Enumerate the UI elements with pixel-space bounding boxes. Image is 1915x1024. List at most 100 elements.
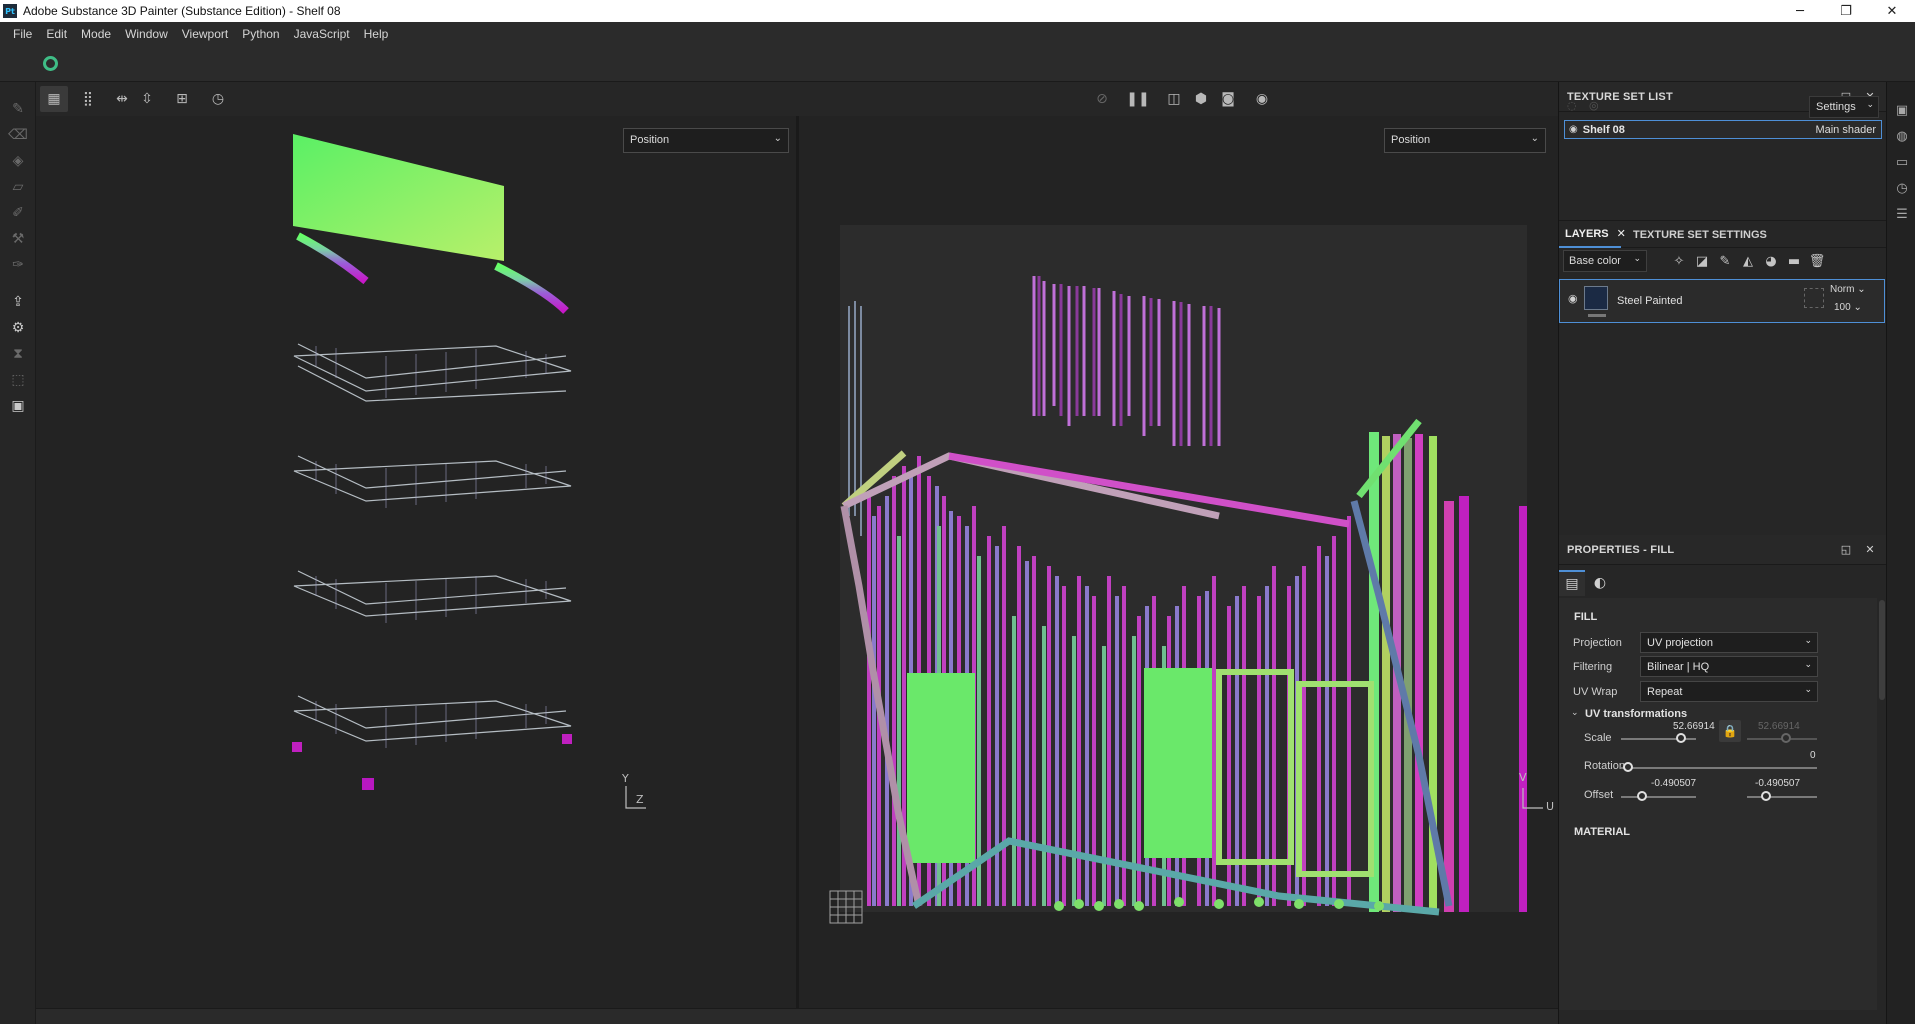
- screenshot-icon[interactable]: ◉: [1248, 86, 1276, 112]
- rotation-knob[interactable]: [1623, 762, 1633, 772]
- add-material-icon[interactable]: ◕: [1762, 252, 1780, 270]
- scale-u-knob[interactable]: [1676, 733, 1686, 743]
- offset-v-slider[interactable]: [1747, 796, 1817, 798]
- close-button[interactable]: ✕: [1869, 0, 1915, 22]
- menu-help[interactable]: Help: [357, 27, 396, 41]
- layer-name[interactable]: Steel Painted: [1617, 295, 1682, 307]
- cube-icon[interactable]: ⬢: [1187, 86, 1215, 112]
- mirror-x-icon[interactable]: ⇹: [108, 86, 136, 112]
- rotation-value[interactable]: 0: [1810, 750, 1816, 761]
- smudge-icon[interactable]: ✐: [9, 204, 27, 222]
- history-panel-icon[interactable]: ◷: [1894, 180, 1910, 196]
- display-settings-icon[interactable]: ▭: [1894, 154, 1910, 170]
- shader-settings-icon[interactable]: ◍: [1894, 128, 1910, 144]
- iray-icon[interactable]: ⬚: [9, 371, 27, 389]
- fill-properties-tab-icon[interactable]: ▤: [1559, 570, 1585, 596]
- rotation-slider[interactable]: [1621, 767, 1817, 769]
- layer-visibility-eye-icon[interactable]: ◉: [1568, 292, 1578, 305]
- screenshot-tool-icon[interactable]: ▣: [9, 397, 27, 415]
- offset-v-value[interactable]: -0.490507: [1755, 778, 1800, 789]
- menu-viewport[interactable]: Viewport: [175, 27, 235, 41]
- top-toolbar: [0, 46, 1915, 82]
- grid-single-icon[interactable]: ▦: [40, 86, 68, 112]
- bake-icon[interactable]: ⧗: [9, 345, 27, 363]
- layer-mask-slot[interactable]: [1804, 288, 1824, 308]
- close-tab-icon[interactable]: ✕: [1617, 227, 1626, 240]
- add-paint-layer-icon[interactable]: ✎: [1716, 252, 1734, 270]
- viewport-3d[interactable]: Position ⌄ Y Z: [36, 116, 796, 1008]
- menu-bar: File Edit Mode Window Viewport Python Ja…: [0, 22, 1915, 46]
- offset-u-slider[interactable]: [1621, 796, 1696, 798]
- maximize-button[interactable]: ❐: [1823, 0, 1869, 22]
- texture-set-list-icon[interactable]: ▣: [1894, 102, 1910, 118]
- tab-texture-set-settings[interactable]: TEXTURE SET SETTINGS: [1627, 221, 1773, 248]
- layer-blend-mode[interactable]: Norm ⌄: [1830, 284, 1866, 295]
- texture-set-settings-button[interactable]: Settings ⌄: [1809, 96, 1879, 118]
- layer-row[interactable]: ◉ Steel Painted Norm ⌄ 100 ⌄: [1559, 279, 1885, 323]
- clone-icon[interactable]: ⚒: [9, 230, 27, 248]
- filtering-value: Bilinear | HQ: [1647, 661, 1710, 673]
- menu-file[interactable]: File: [6, 27, 39, 41]
- pause-icon[interactable]: ❚❚: [1124, 86, 1152, 112]
- filtering-select[interactable]: Bilinear | HQ ⌄: [1640, 656, 1818, 677]
- tab-layers[interactable]: LAYERS ✕: [1559, 221, 1626, 248]
- eye-icon[interactable]: ◎: [1589, 99, 1599, 112]
- layer-opacity[interactable]: 100 ⌄: [1834, 302, 1862, 313]
- paint-brush-icon[interactable]: ✎: [9, 100, 27, 118]
- left-toolbar: ✎ ⌫ ◈ ▱ ✐ ⚒ ✑ ⇪ ⚙ ⧗ ⬚ ▣: [0, 82, 36, 1024]
- app-logo-icon: Pt: [3, 4, 17, 18]
- uv-transformations-title[interactable]: UV transformations: [1585, 708, 1687, 720]
- properties-title: PROPERTIES - FILL: [1567, 543, 1675, 556]
- close-panel-icon[interactable]: ✕: [1863, 542, 1877, 556]
- geometry-mask-icon[interactable]: ▱: [9, 178, 27, 196]
- frame-icon[interactable]: ⊞: [168, 86, 196, 112]
- projection-value: UV projection: [1647, 637, 1714, 649]
- menu-python[interactable]: Python: [235, 27, 286, 41]
- menu-javascript[interactable]: JavaScript: [287, 27, 357, 41]
- projection-label: Projection: [1573, 637, 1622, 649]
- texture-set-shader[interactable]: Main shader: [1815, 124, 1876, 136]
- fill-section-title: FILL: [1574, 611, 1598, 623]
- grid-multi-icon[interactable]: ⣿: [74, 86, 102, 112]
- menu-edit[interactable]: Edit: [39, 27, 74, 41]
- split-view-icon[interactable]: ◫: [1160, 86, 1188, 112]
- float-panel-icon[interactable]: ◱: [1839, 542, 1853, 556]
- hide-icon[interactable]: ⊘: [1088, 86, 1116, 112]
- offset-u-value[interactable]: -0.490507: [1651, 778, 1696, 789]
- material-tab-icon[interactable]: ◐: [1587, 570, 1613, 596]
- channel-select[interactable]: Base color ⌄: [1563, 250, 1647, 272]
- add-folder-icon[interactable]: ▬: [1785, 252, 1803, 270]
- projection-icon[interactable]: ◈: [9, 152, 27, 170]
- add-mask-icon[interactable]: ◪: [1693, 252, 1711, 270]
- scale-label: Scale: [1584, 732, 1612, 744]
- menu-mode[interactable]: Mode: [74, 27, 118, 41]
- camera-icon[interactable]: ◙: [1214, 86, 1242, 112]
- offset-u-knob[interactable]: [1637, 791, 1647, 801]
- menu-window[interactable]: Window: [118, 27, 175, 41]
- hide-icon[interactable]: ◌: [1567, 99, 1577, 112]
- log-panel-icon[interactable]: ☰: [1894, 206, 1910, 222]
- eraser-icon[interactable]: ⌫: [8, 126, 28, 144]
- history-icon[interactable]: ◷: [204, 86, 232, 112]
- chevron-down-icon[interactable]: ⌄: [1571, 708, 1579, 718]
- export-icon[interactable]: ⇪: [9, 293, 27, 311]
- projection-select[interactable]: UV projection ⌄: [1640, 632, 1818, 653]
- chevron-down-icon: ⌄: [1804, 685, 1812, 695]
- settings-icon[interactable]: ⚙: [9, 319, 27, 337]
- add-effect-icon[interactable]: ✧: [1670, 252, 1688, 270]
- add-fill-layer-icon[interactable]: ◭: [1739, 252, 1757, 270]
- scale-v-knob: [1781, 733, 1791, 743]
- channel-value: Base color: [1569, 255, 1621, 267]
- minimize-button[interactable]: ─: [1777, 0, 1823, 22]
- uvwrap-select[interactable]: Repeat ⌄: [1640, 681, 1818, 702]
- viewport-2d[interactable]: Position ⌄ V U: [799, 116, 1558, 1008]
- lock-icon[interactable]: 🔒: [1719, 720, 1741, 742]
- scale-u-value[interactable]: 52.66914: [1673, 721, 1715, 732]
- visibility-eye-icon[interactable]: ◉: [1569, 124, 1578, 135]
- delete-layer-icon[interactable]: 🗑: [1808, 252, 1826, 270]
- mirror-y-icon[interactable]: ⇳: [133, 86, 161, 112]
- color-picker-icon[interactable]: ✑: [9, 256, 27, 274]
- texture-set-row[interactable]: ◉ Shelf 08 Main shader: [1564, 120, 1882, 139]
- scrollbar-thumb[interactable]: [1879, 600, 1885, 700]
- offset-v-knob[interactable]: [1761, 791, 1771, 801]
